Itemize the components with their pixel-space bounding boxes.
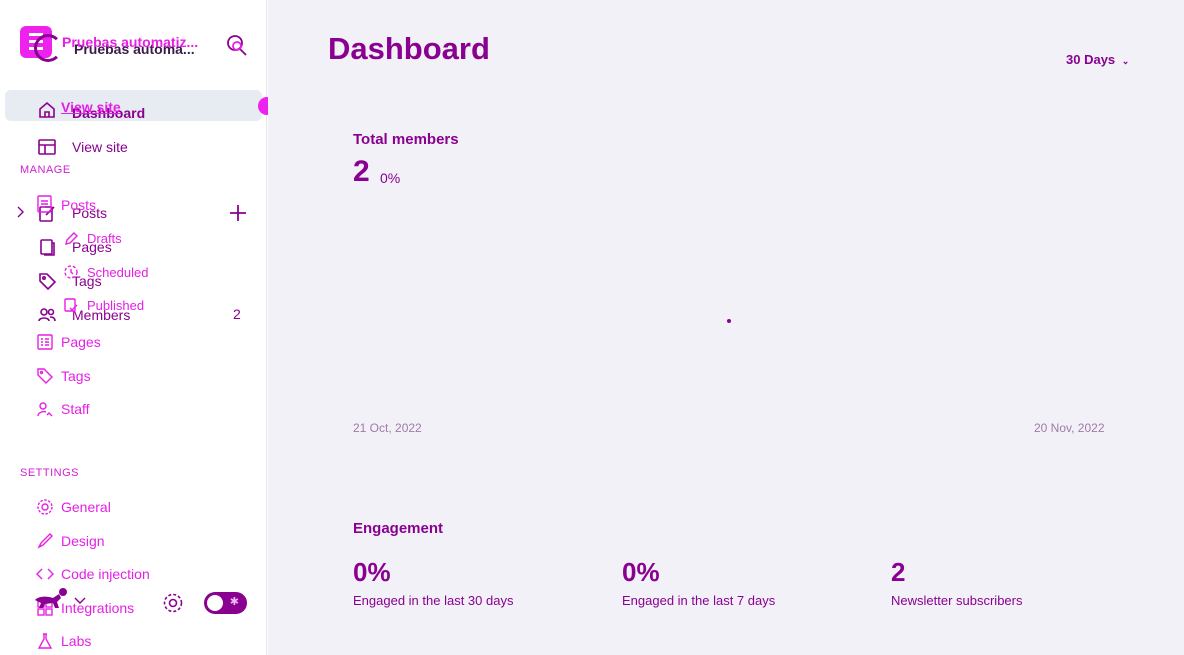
engaged-7-label: Engaged in the last 7 days [622, 593, 776, 608]
nav-posts-overlay[interactable]: Posts [61, 197, 96, 213]
nav-staff[interactable]: Staff [61, 401, 90, 417]
members-count-badge: 2 [233, 306, 241, 322]
page-title: Dashboard [328, 31, 490, 66]
nav-view-site-overlay[interactable]: View site [61, 99, 121, 115]
gear-icon [36, 498, 54, 516]
flask-icon [36, 632, 54, 650]
chart-end-date: 20 Nov, 2022 [1034, 421, 1105, 435]
layout-icon [37, 137, 57, 157]
clock-icon [63, 264, 79, 280]
site-icon-ring [34, 34, 62, 62]
site-title[interactable]: Pruebas automatiz... [62, 34, 198, 50]
settings-code-injection[interactable]: Code injection [61, 566, 150, 582]
document-icon [36, 194, 54, 214]
add-post-icon[interactable] [229, 204, 247, 222]
newsletter-subscribers-value: 2 [891, 557, 906, 587]
chevron-right-icon[interactable] [15, 205, 25, 219]
nav-drafts[interactable]: Drafts [87, 231, 122, 246]
dark-mode-toggle[interactable]: ✱ [204, 592, 247, 614]
pages-icon [37, 237, 57, 257]
chart-point [727, 319, 731, 323]
total-members-value: 2 [353, 155, 370, 188]
settings-general[interactable]: General [61, 499, 111, 515]
chart-start-date: 21 Oct, 2022 [353, 421, 422, 435]
total-members-title: Total members [353, 131, 459, 148]
chevron-down-icon[interactable] [74, 597, 86, 605]
date-range-label: 30 Days [1066, 52, 1116, 67]
engagement-title: Engagement [353, 520, 444, 537]
engaged-30-value: 0% [353, 557, 391, 587]
settings-section-title: SETTINGS [20, 467, 80, 479]
published-icon [63, 297, 79, 313]
settings-gear-icon[interactable] [162, 592, 184, 614]
search-icon[interactable] [226, 33, 248, 57]
tags-icon [36, 367, 54, 385]
chevron-down-icon: ⌄ [1121, 56, 1130, 66]
moon-star-icon: ✱ [229, 596, 239, 608]
nav-view-site[interactable]: View site [72, 139, 128, 155]
manage-section-title: MANAGE [20, 164, 71, 176]
settings-design[interactable]: Design [61, 533, 105, 549]
sidebar: Pruebas automa... Pruebas automatiz... D… [0, 0, 276, 655]
main-content: Dashboard 30 Days ⌄ Total members 2 0% 2… [268, 0, 1184, 655]
engaged-30-label: Engaged in the last 30 days [353, 593, 514, 608]
nav-pages-overlay[interactable]: Pages [61, 334, 101, 350]
tag-icon [37, 271, 57, 291]
code-icon [36, 566, 54, 582]
home-icon [37, 100, 57, 120]
brush-icon [36, 532, 54, 550]
members-icon [37, 305, 57, 325]
pages-list-icon [36, 333, 54, 351]
newsletter-subscribers-label: Newsletter subscribers [891, 593, 1023, 608]
nav-published[interactable]: Published [87, 298, 144, 313]
toggle-knob [207, 595, 223, 611]
engaged-7-value: 0% [622, 557, 660, 587]
total-members-change: 0% [380, 170, 401, 186]
date-range-select[interactable]: 30 Days ⌄ [1066, 52, 1129, 67]
nav-scheduled[interactable]: Scheduled [87, 265, 148, 280]
settings-integrations[interactable]: Integrations [61, 600, 134, 616]
user-avatar-icon[interactable] [33, 586, 69, 612]
nav-tags-overlay[interactable]: Tags [61, 368, 91, 384]
pencil-icon [63, 231, 79, 247]
settings-labs[interactable]: Labs [61, 633, 91, 649]
staff-icon [36, 400, 54, 418]
